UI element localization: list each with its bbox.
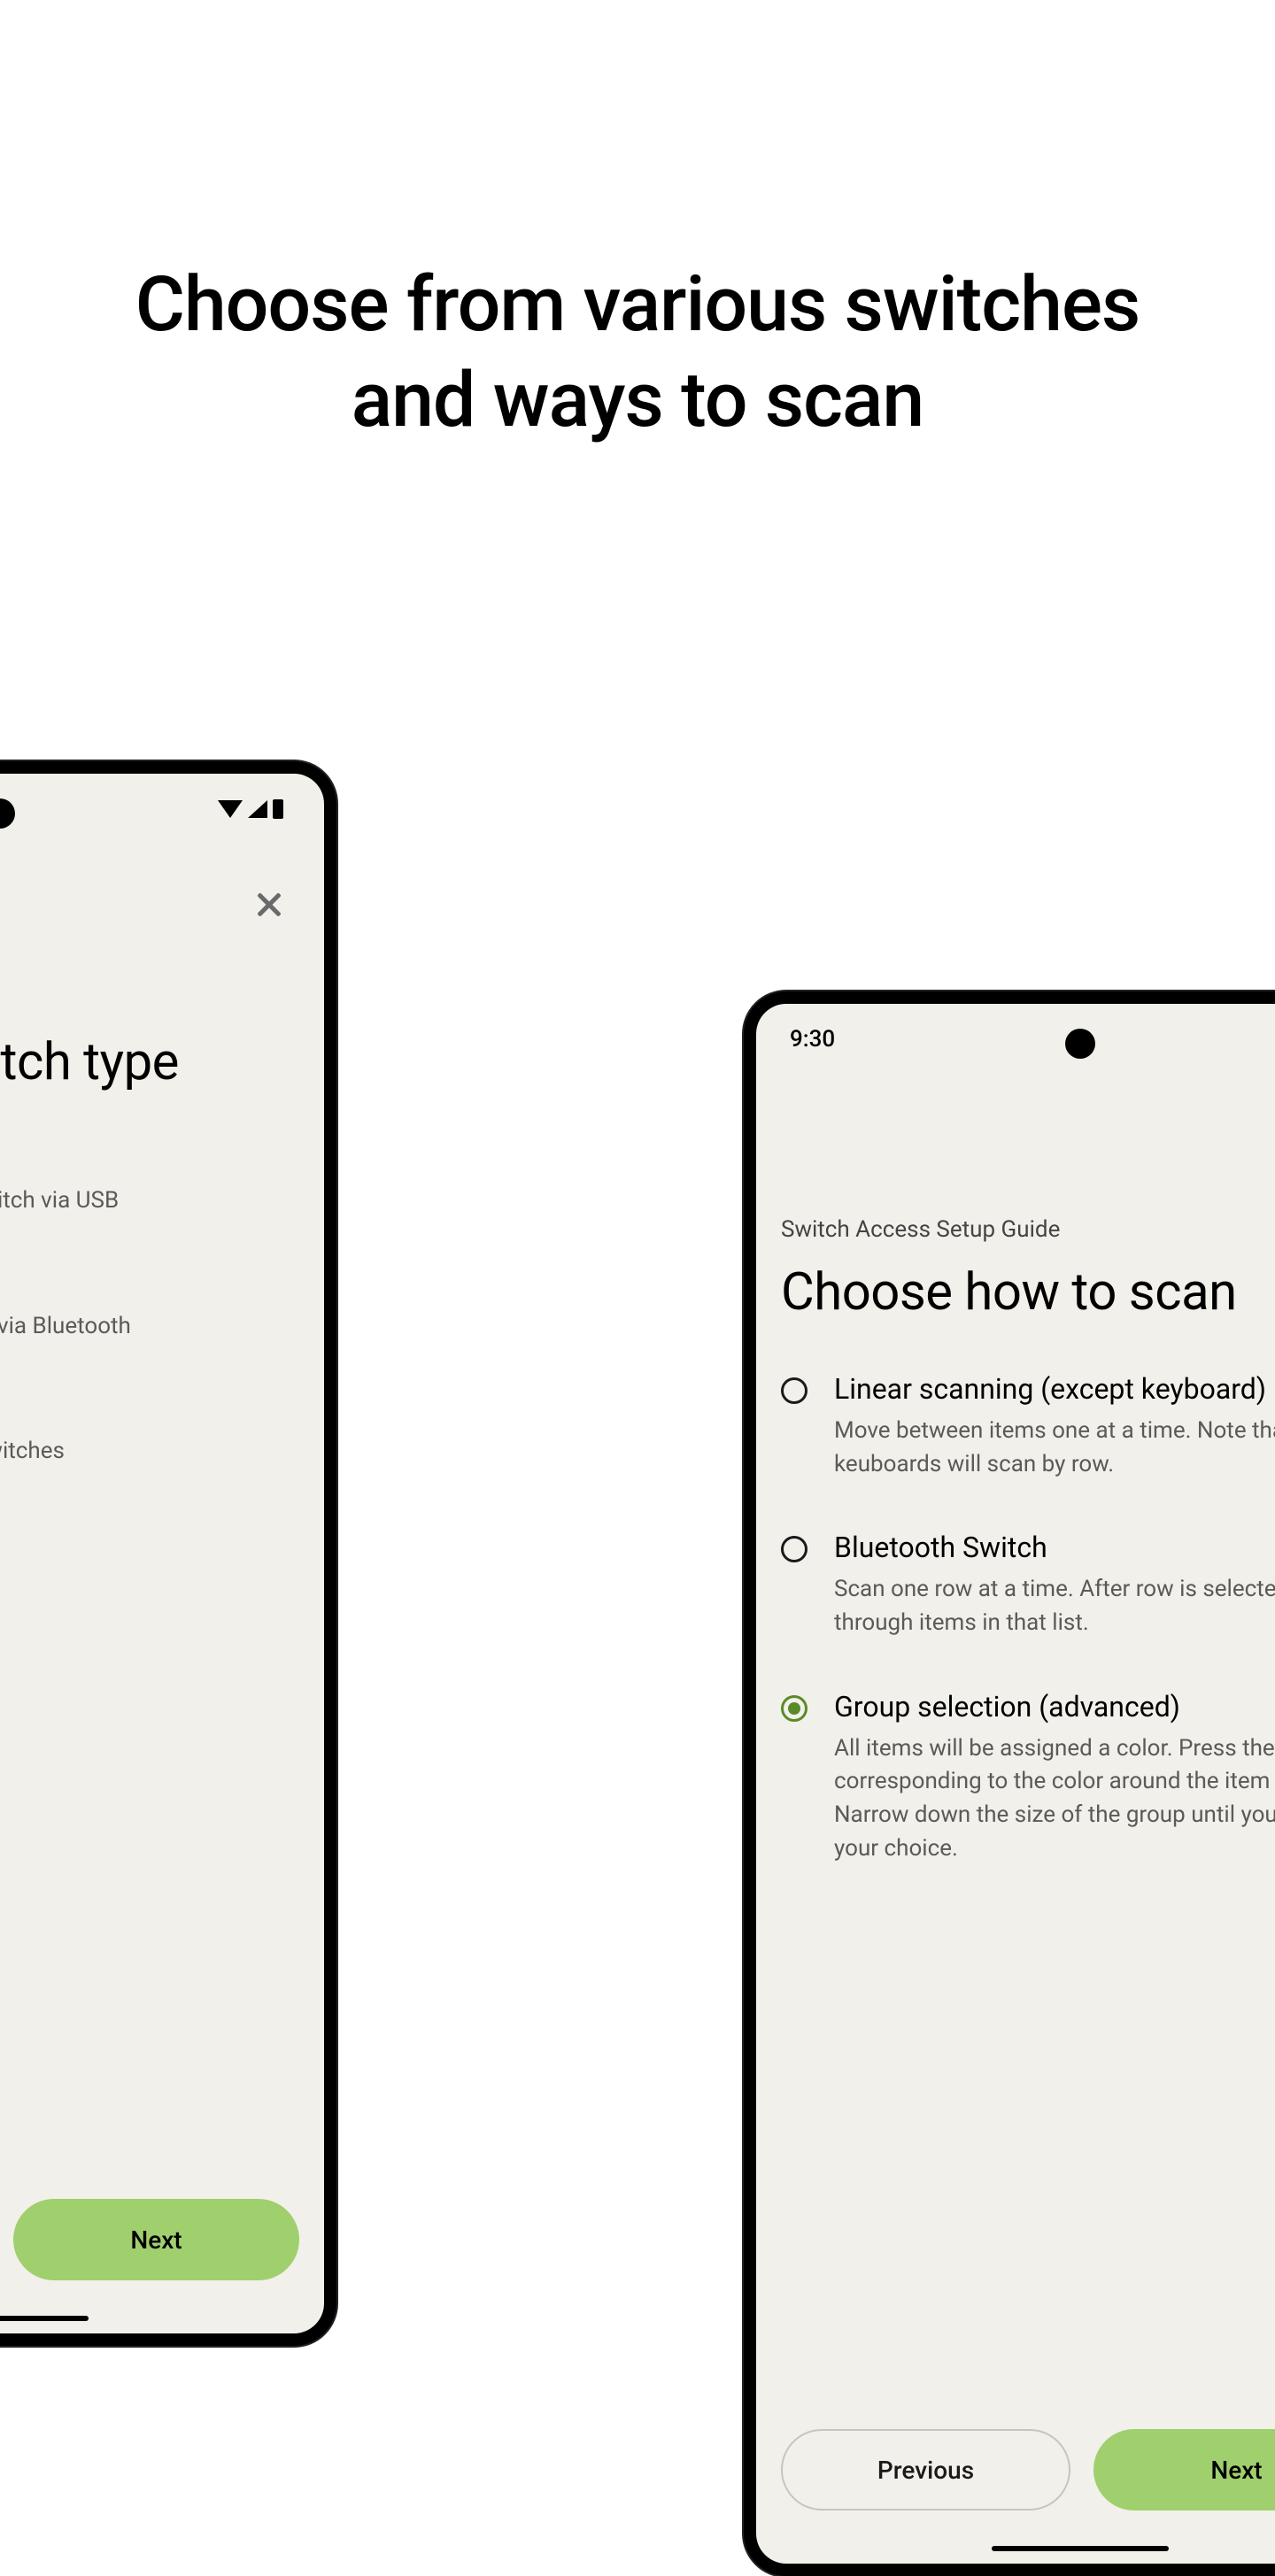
option-usb-switch[interactable]: USB Switch Physically connect a switch v…	[0, 1142, 299, 1218]
headline-line-1: Choose from various switches	[0, 257, 1275, 352]
status-time: 9:30	[790, 1026, 835, 1053]
option-row-column[interactable]: Bluetooth Switch Scan one row at a time.…	[781, 1531, 1275, 1639]
battery-icon	[273, 799, 283, 819]
radio-unselected-icon	[781, 1377, 808, 1404]
wizard-footer: Previous Next	[0, 2199, 324, 2280]
option-title: Group selection (advanced)	[834, 1690, 1275, 1724]
option-desc: Use facial gesture as switches	[0, 1435, 299, 1469]
option-desc: Physically connect a switch via USB	[0, 1184, 299, 1218]
status-bar: 0	[0, 774, 324, 845]
option-bluetooth-switch[interactable]: Bluetooth Switch Pair a switch wirelessl…	[0, 1268, 299, 1344]
option-group-selection[interactable]: Group selection (advanced) All items wil…	[781, 1690, 1275, 1866]
close-icon[interactable]	[253, 889, 285, 921]
phone-frame-scan-method: 9:30 Switch Access Setup Guide Choose ho…	[744, 991, 1275, 2576]
radio-selected-icon	[781, 1695, 808, 1722]
signal-icon	[248, 800, 267, 818]
previous-button[interactable]: Previous	[781, 2429, 1070, 2510]
headline-line-2: and ways to scan	[0, 352, 1275, 448]
option-desc: Move between items one at a time. Note t…	[834, 1415, 1275, 1481]
wizard-subtitle: witch Access Setup Guide	[0, 986, 299, 1013]
wifi-icon	[218, 800, 243, 818]
option-title: Camera Switch	[0, 1392, 299, 1426]
option-title: Bluetooth Switch	[834, 1531, 1275, 1564]
status-bar: 9:30	[756, 1004, 1275, 1075]
phone-frame-switch-type: 0 witch Access Setup Guide Choose a swit…	[0, 761, 336, 2346]
option-camera-switch[interactable]: Camera Switch Use facial gesture as swit…	[0, 1392, 299, 1469]
page-headline: Choose from various switches and ways to…	[0, 257, 1275, 447]
next-button[interactable]: Next	[13, 2199, 299, 2280]
page-title: Choose how to scan	[781, 1262, 1275, 1323]
front-camera-dot	[1065, 1029, 1095, 1059]
next-button[interactable]: Next	[1093, 2429, 1275, 2510]
page-title: Choose a switch type	[0, 1032, 299, 1092]
home-indicator	[992, 2546, 1169, 2551]
radio-unselected-icon	[781, 1536, 808, 1562]
option-desc: Pair a switch wirelessly via Bluetooth	[0, 1310, 299, 1344]
option-title: USB Switch	[0, 1142, 299, 1176]
option-title: Bluetooth Switch	[0, 1268, 299, 1301]
option-desc: Scan one row at a time. After row is sel…	[834, 1573, 1275, 1639]
option-title: Linear scanning (except keyboard)	[834, 1372, 1275, 1406]
option-desc: All items will be assigned a color. Pres…	[834, 1732, 1275, 1866]
option-linear-scanning[interactable]: Linear scanning (except keyboard) Move b…	[781, 1372, 1275, 1481]
home-indicator	[0, 2316, 89, 2321]
wizard-footer: Previous Next	[756, 2429, 1275, 2510]
wizard-subtitle: Switch Access Setup Guide	[781, 1216, 1275, 1243]
